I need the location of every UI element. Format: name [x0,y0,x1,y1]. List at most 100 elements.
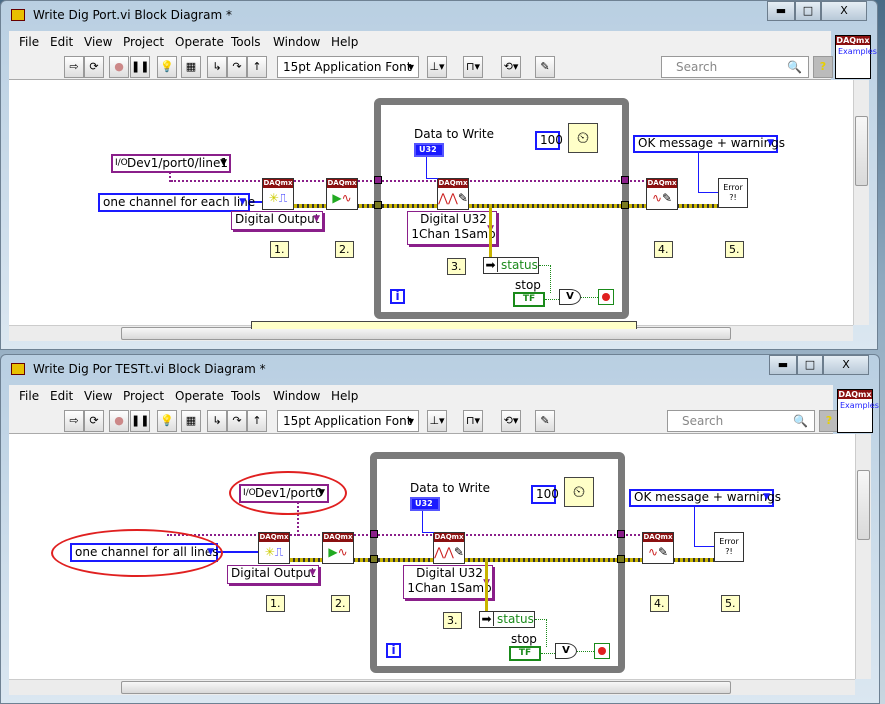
menu-item[interactable]: File [19,35,39,49]
vertical-scrollbar[interactable] [853,80,869,325]
menu-item[interactable]: Operate [175,35,224,49]
toolbar: ⇨ ⟳ ● ❚❚ 💡 ▦ ↳ ↷ ↑ ⊥▾ ⊓▾ ⟲▾ ✎ 15pt Application Font ▾ S… [9,408,839,434]
stop-button-terminal[interactable]: TF [513,292,545,307]
menu-item[interactable]: Operate [175,389,224,403]
metronome-icon: ⏲ [572,482,586,501]
daqmx-start-task-vi[interactable]: DAQmx ▶∿ [326,178,358,210]
font-select[interactable]: 15pt Application Font ▾ [277,56,419,78]
menu-item[interactable]: Help [331,35,358,49]
menu-item[interactable]: Window [273,35,320,49]
menu-item[interactable]: File [19,389,39,403]
horizontal-scrollbar[interactable] [9,679,855,695]
run-continuously-icon[interactable]: ⟳ [84,410,104,432]
search-input[interactable]: Search 🔍 [661,56,809,78]
data-wire [426,157,438,179]
error-handling-selector[interactable]: OK message + warnings ▼ [633,135,785,153]
step-over-icon[interactable]: ↷ [227,410,247,432]
daqmx-clear-task-vi[interactable]: DAQmx ∿✎ [646,178,678,210]
menu-item[interactable]: Tools [231,389,261,403]
step-label: 3. [443,612,462,629]
daqmx-clear-task-vi[interactable]: DAQmx ∿✎ [642,532,674,564]
menu-item[interactable]: Project [123,389,164,403]
wait-ms-vi[interactable]: ⏲ [564,477,594,507]
help-icon[interactable]: ? [819,410,839,432]
channel-type-selector[interactable]: Digital Output ▼ [231,211,323,230]
wait-ms-constant[interactable]: 100 [535,131,563,150]
channel-constant[interactable]: I/O Dev1/port0/line1 ▼ [111,154,231,173]
write-mode-selector[interactable]: Digital U321Chan 1Samp▼ [403,565,493,599]
align-objects-icon[interactable]: ⊥▾ [427,56,447,78]
daqmx-examples-icon[interactable]: DAQmx Examples [835,35,877,79]
data-to-write-control[interactable]: U32 [414,143,444,157]
loop-condition-terminal[interactable] [598,289,614,305]
menu-item[interactable]: Project [123,35,164,49]
reorder-icon[interactable]: ⟲▾ [501,56,521,78]
reorder-icon[interactable]: ⟲▾ [501,410,521,432]
line-grouping-constant[interactable]: one channel for each line ▼ [98,193,255,212]
daqmx-write-vi[interactable]: DAQmx ⋀⋀✎ [437,178,469,210]
pause-icon[interactable]: ❚❚ [130,56,150,78]
stop-label: stop [511,632,537,646]
menu-item[interactable]: Help [331,389,358,403]
channel-type-value: Digital Output [231,566,316,580]
highlight-execution-icon[interactable]: 💡 [157,410,177,432]
close-button[interactable]: X [821,1,867,21]
daqmx-write-vi[interactable]: DAQmx ⋀⋀✎ [433,532,465,564]
wait-ms-vi[interactable]: ⏲ [568,123,598,153]
loop-condition-terminal[interactable] [594,643,610,659]
help-icon[interactable]: ? [813,56,833,78]
minimize-button[interactable]: ▬ [769,355,797,375]
step-out-icon[interactable]: ↑ [247,410,267,432]
data-wire [422,511,434,533]
align-objects-icon[interactable]: ⊥▾ [427,410,447,432]
font-select[interactable]: 15pt Application Font ▾ [277,410,419,432]
retain-wire-values-icon[interactable]: ▦ [181,56,201,78]
search-input[interactable]: Search 🔍 [667,410,815,432]
cleanup-diagram-icon[interactable]: ✎ [535,56,555,78]
minimize-button[interactable]: ▬ [767,1,795,21]
daqmx-create-channel-vi[interactable]: DAQmx ✳⎍ [258,532,290,564]
wait-ms-constant[interactable]: 100 [531,485,559,504]
abort-icon[interactable]: ● [109,410,129,432]
distribute-objects-icon[interactable]: ⊓▾ [463,56,483,78]
menu-item[interactable]: View [84,35,112,49]
highlight-execution-icon[interactable]: 💡 [157,56,177,78]
step-into-icon[interactable]: ↳ [207,410,227,432]
menu-item[interactable]: Window [273,389,320,403]
step-over-icon[interactable]: ↷ [227,56,247,78]
tunnel [370,555,378,563]
step-out-icon[interactable]: ↑ [247,56,267,78]
write-mode-selector[interactable]: Digital U321Chan 1Samp▼ [407,211,497,245]
simple-error-handler-vi[interactable]: Error ?! [718,178,748,208]
menu-item[interactable]: Edit [50,35,73,49]
daqmx-examples-icon[interactable]: DAQmx Examples [837,389,879,433]
step-into-icon[interactable]: ↳ [207,56,227,78]
run-continuously-icon[interactable]: ⟳ [84,56,104,78]
channel-type-selector[interactable]: Digital Output ▼ [227,565,319,584]
metronome-icon: ⏲ [576,128,590,147]
menu-item[interactable]: View [84,389,112,403]
write-mode-line2: 1Chan 1Samp [411,227,496,241]
data-to-write-control[interactable]: U32 [410,497,440,511]
close-button[interactable]: X [823,355,869,375]
stop-button-terminal[interactable]: TF [509,646,541,661]
maximize-button[interactable]: □ [797,355,823,375]
menu-item[interactable]: Tools [231,35,261,49]
step-label: 4. [650,595,669,612]
pause-icon[interactable]: ❚❚ [130,410,150,432]
run-arrow-icon[interactable]: ⇨ [64,56,84,78]
cleanup-diagram-icon[interactable]: ✎ [535,410,555,432]
abort-icon[interactable]: ● [109,56,129,78]
daqmx-create-channel-vi[interactable]: DAQmx ✳⎍ [262,178,294,210]
examples-text: Examples [838,47,877,56]
maximize-button[interactable]: □ [795,1,821,21]
vertical-scrollbar[interactable] [855,434,871,679]
retain-wire-values-icon[interactable]: ▦ [181,410,201,432]
error-handling-selector[interactable]: OK message + warnings ▼ [629,489,781,507]
run-arrow-icon[interactable]: ⇨ [64,410,84,432]
menu-item[interactable]: Edit [50,389,73,403]
block-diagram-window-2: Write Dig Por TESTt.vi Block Diagram * ▬ □… [0,354,880,704]
simple-error-handler-vi[interactable]: Error ?! [714,532,744,562]
daqmx-start-task-vi[interactable]: DAQmx ▶∿ [322,532,354,564]
distribute-objects-icon[interactable]: ⊓▾ [463,410,483,432]
